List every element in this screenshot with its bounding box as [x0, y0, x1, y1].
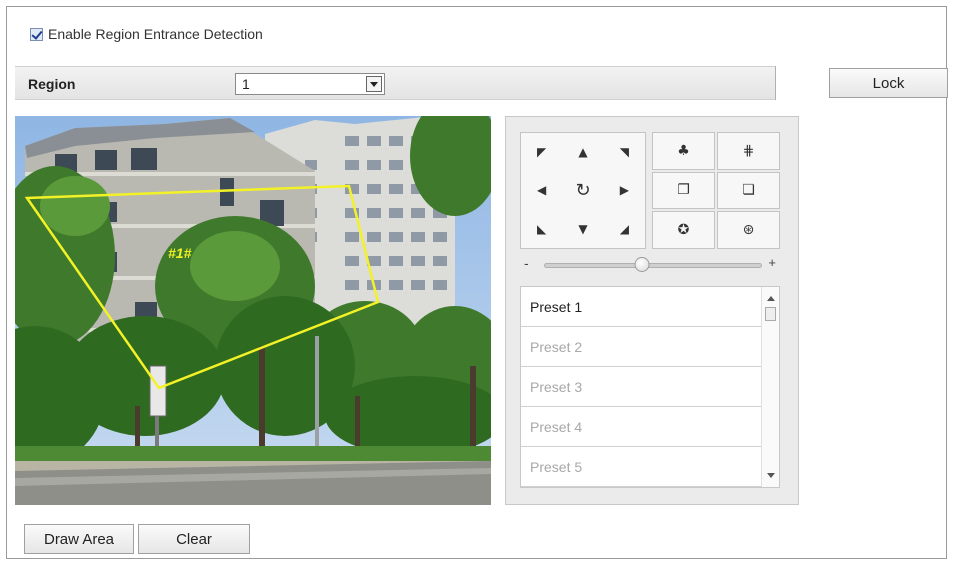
auto-rotate-icon[interactable]: ↻	[562, 171, 603, 209]
ptz-control-panel: ◤ ▲ ◥ ◀ ↻ ▶ ◣ ▼ ◢ ♣ ⋕ ❐ ❏ ✪ ⊛ - + Preset…	[505, 116, 799, 505]
iris-open-icon[interactable]: ✪	[652, 211, 715, 249]
down-arrow-icon[interactable]: ▼	[562, 210, 603, 248]
enable-detection-label: Enable Region Entrance Detection	[48, 26, 263, 42]
scroll-down-icon[interactable]	[767, 473, 775, 478]
focus-near-icon[interactable]: ❐	[652, 171, 715, 210]
up-left-arrow-icon[interactable]: ◤	[521, 133, 562, 171]
scroll-up-icon[interactable]	[767, 296, 775, 301]
draw-area-button[interactable]: Draw Area	[24, 524, 134, 554]
chevron-down-icon[interactable]	[366, 76, 382, 92]
down-left-arrow-icon[interactable]: ◣	[521, 210, 562, 248]
video-preview[interactable]: #1#	[15, 116, 491, 505]
camera-scene: #1#	[15, 116, 491, 505]
divider	[775, 66, 776, 100]
zoom-in-icon[interactable]: ♣	[652, 132, 715, 170]
zoom-minus-label: -	[524, 255, 529, 271]
down-right-arrow-icon[interactable]: ◢	[604, 210, 645, 248]
right-arrow-icon[interactable]: ▶	[604, 171, 645, 209]
region-bar: Region 1	[15, 66, 775, 100]
iris-close-icon[interactable]: ⊛	[717, 211, 780, 249]
region-select-value: 1	[242, 76, 250, 92]
preset-item[interactable]: Preset 5	[521, 447, 761, 487]
preset-list: Preset 1 Preset 2 Preset 3 Preset 4 Pres…	[520, 286, 780, 488]
zoom-plus-label: +	[768, 255, 776, 270]
preset-item[interactable]: Preset 1	[521, 287, 761, 327]
zoom-out-icon[interactable]: ⋕	[717, 132, 780, 170]
zoom-slider[interactable]: - +	[520, 255, 780, 275]
up-arrow-icon[interactable]: ▲	[562, 133, 603, 171]
zoom-slider-thumb[interactable]	[634, 257, 650, 272]
up-right-arrow-icon[interactable]: ◥	[604, 133, 645, 171]
left-arrow-icon[interactable]: ◀	[521, 171, 562, 209]
region-tag: #1#	[168, 245, 192, 261]
scrollbar-thumb[interactable]	[765, 307, 776, 321]
preset-item[interactable]: Preset 2	[521, 327, 761, 367]
region-label: Region	[28, 76, 76, 92]
preset-item[interactable]: Preset 3	[521, 367, 761, 407]
preset-scrollbar[interactable]	[761, 287, 779, 487]
clear-button[interactable]: Clear	[138, 524, 250, 554]
focus-far-icon[interactable]: ❏	[717, 171, 780, 210]
enable-detection-row[interactable]: Enable Region Entrance Detection	[30, 26, 263, 42]
zoom-track[interactable]	[544, 263, 762, 268]
region-select[interactable]: 1	[235, 73, 385, 95]
ptz-operation-grid: ♣ ⋕ ❐ ❏ ✪ ⊛	[652, 132, 780, 249]
lock-button[interactable]: Lock	[829, 68, 948, 98]
preset-item[interactable]: Preset 4	[521, 407, 761, 447]
direction-pad: ◤ ▲ ◥ ◀ ↻ ▶ ◣ ▼ ◢	[520, 132, 646, 249]
enable-detection-checkbox[interactable]	[30, 27, 43, 41]
